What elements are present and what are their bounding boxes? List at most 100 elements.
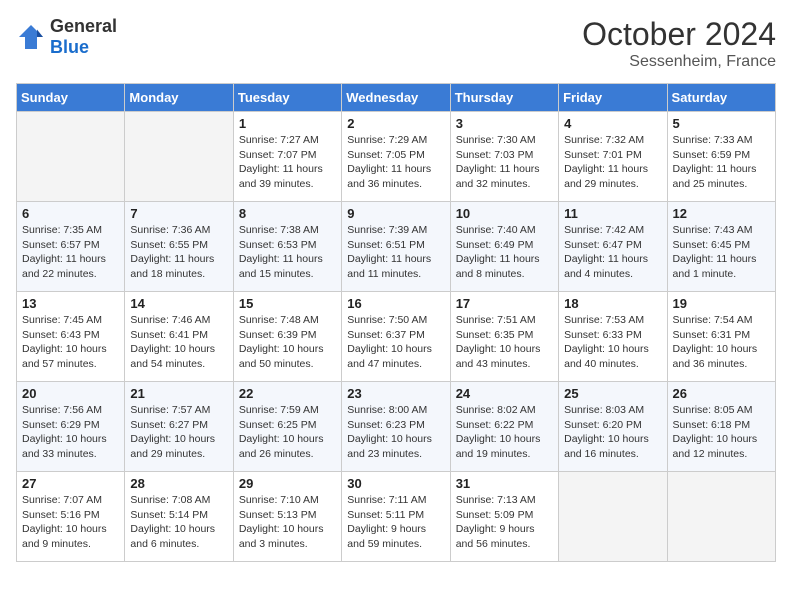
- day-info: Sunrise: 7:33 AMSunset: 6:59 PMDaylight:…: [673, 133, 770, 192]
- calendar-cell: [667, 472, 775, 562]
- calendar-cell: [125, 112, 233, 202]
- week-row-2: 13 Sunrise: 7:45 AMSunset: 6:43 PMDayligh…: [17, 292, 776, 382]
- calendar-cell: 20 Sunrise: 7:56 AMSunset: 6:29 PMDayligh…: [17, 382, 125, 472]
- day-number: 5: [673, 116, 770, 131]
- day-info: Sunrise: 7:40 AMSunset: 6:49 PMDaylight:…: [456, 223, 553, 282]
- logo-blue-text: Blue: [50, 37, 89, 57]
- day-info: Sunrise: 8:00 AMSunset: 6:23 PMDaylight:…: [347, 403, 444, 462]
- day-number: 25: [564, 386, 661, 401]
- title-block: October 2024 Sessenheim, France: [582, 16, 776, 71]
- calendar-cell: 6 Sunrise: 7:35 AMSunset: 6:57 PMDaylight…: [17, 202, 125, 292]
- calendar-cell: 7 Sunrise: 7:36 AMSunset: 6:55 PMDaylight…: [125, 202, 233, 292]
- day-info: Sunrise: 7:48 AMSunset: 6:39 PMDaylight:…: [239, 313, 336, 372]
- day-info: Sunrise: 7:43 AMSunset: 6:45 PMDaylight:…: [673, 223, 770, 282]
- day-info: Sunrise: 7:36 AMSunset: 6:55 PMDaylight:…: [130, 223, 227, 282]
- day-number: 13: [22, 296, 119, 311]
- day-number: 24: [456, 386, 553, 401]
- day-info: Sunrise: 7:32 AMSunset: 7:01 PMDaylight:…: [564, 133, 661, 192]
- calendar-cell: 25Sunrise: 8:03 AMSunset: 6:20 PMDayligh…: [559, 382, 667, 472]
- calendar-cell: 8 Sunrise: 7:38 AMSunset: 6:53 PMDaylight…: [233, 202, 341, 292]
- day-info: Sunrise: 7:54 AMSunset: 6:31 PMDaylight:…: [673, 313, 770, 372]
- calendar-cell: 5 Sunrise: 7:33 AMSunset: 6:59 PMDaylight…: [667, 112, 775, 202]
- calendar-cell: 2 Sunrise: 7:29 AMSunset: 7:05 PMDaylight…: [342, 112, 450, 202]
- logo-general-text: General: [50, 16, 117, 36]
- calendar-cell: 27Sunrise: 7:07 AMSunset: 5:16 PMDayligh…: [17, 472, 125, 562]
- day-info: Sunrise: 7:39 AMSunset: 6:51 PMDaylight:…: [347, 223, 444, 282]
- calendar-cell: 30 Sunrise: 7:11 AMSunset: 5:11 PMDayligh…: [342, 472, 450, 562]
- day-number: 12: [673, 206, 770, 221]
- col-header-wednesday: Wednesday: [342, 84, 450, 112]
- day-info: Sunrise: 7:56 AMSunset: 6:29 PMDaylight:…: [22, 403, 119, 462]
- day-number: 7: [130, 206, 227, 221]
- day-info: Sunrise: 7:45 AMSunset: 6:43 PMDaylight:…: [22, 313, 119, 372]
- logo-icon: [16, 22, 46, 52]
- day-number: 9: [347, 206, 444, 221]
- calendar-cell: 11Sunrise: 7:42 AMSunset: 6:47 PMDayligh…: [559, 202, 667, 292]
- calendar-cell: 15 Sunrise: 7:48 AMSunset: 6:39 PMDayligh…: [233, 292, 341, 382]
- col-header-monday: Monday: [125, 84, 233, 112]
- day-info: Sunrise: 7:27 AMSunset: 7:07 PMDaylight:…: [239, 133, 336, 192]
- day-number: 19: [673, 296, 770, 311]
- day-number: 16: [347, 296, 444, 311]
- day-number: 2: [347, 116, 444, 131]
- day-number: 28: [130, 476, 227, 491]
- calendar-cell: 24Sunrise: 8:02 AMSunset: 6:22 PMDayligh…: [450, 382, 558, 472]
- day-info: Sunrise: 7:57 AMSunset: 6:27 PMDaylight:…: [130, 403, 227, 462]
- col-header-friday: Friday: [559, 84, 667, 112]
- calendar-cell: 19 Sunrise: 7:54 AMSunset: 6:31 PMDayligh…: [667, 292, 775, 382]
- calendar-cell: 13 Sunrise: 7:45 AMSunset: 6:43 PMDayligh…: [17, 292, 125, 382]
- day-number: 23: [347, 386, 444, 401]
- calendar-cell: 18Sunrise: 7:53 AMSunset: 6:33 PMDayligh…: [559, 292, 667, 382]
- day-info: Sunrise: 8:05 AMSunset: 6:18 PMDaylight:…: [673, 403, 770, 462]
- calendar-cell: 31Sunrise: 7:13 AMSunset: 5:09 PMDayligh…: [450, 472, 558, 562]
- col-header-sunday: Sunday: [17, 84, 125, 112]
- day-number: 30: [347, 476, 444, 491]
- week-row-1: 6 Sunrise: 7:35 AMSunset: 6:57 PMDaylight…: [17, 202, 776, 292]
- calendar-cell: 4 Sunrise: 7:32 AMSunset: 7:01 PMDaylight…: [559, 112, 667, 202]
- calendar-cell: 29Sunrise: 7:10 AMSunset: 5:13 PMDayligh…: [233, 472, 341, 562]
- day-number: 10: [456, 206, 553, 221]
- day-number: 15: [239, 296, 336, 311]
- calendar-cell: 1 Sunrise: 7:27 AMSunset: 7:07 PMDaylight…: [233, 112, 341, 202]
- calendar-cell: 26 Sunrise: 8:05 AMSunset: 6:18 PMDayligh…: [667, 382, 775, 472]
- calendar-cell: 10 Sunrise: 7:40 AMSunset: 6:49 PMDayligh…: [450, 202, 558, 292]
- day-number: 27: [22, 476, 119, 491]
- col-header-tuesday: Tuesday: [233, 84, 341, 112]
- day-number: 20: [22, 386, 119, 401]
- day-number: 26: [673, 386, 770, 401]
- day-info: Sunrise: 7:29 AMSunset: 7:05 PMDaylight:…: [347, 133, 444, 192]
- location-title: Sessenheim, France: [582, 53, 776, 71]
- day-info: Sunrise: 7:51 AMSunset: 6:35 PMDaylight:…: [456, 313, 553, 372]
- day-info: Sunrise: 7:59 AMSunset: 6:25 PMDaylight:…: [239, 403, 336, 462]
- calendar-cell: 16 Sunrise: 7:50 AMSunset: 6:37 PMDayligh…: [342, 292, 450, 382]
- calendar-cell: 22 Sunrise: 7:59 AMSunset: 6:25 PMDayligh…: [233, 382, 341, 472]
- calendar-cell: 28 Sunrise: 7:08 AMSunset: 5:14 PMDayligh…: [125, 472, 233, 562]
- day-number: 1: [239, 116, 336, 131]
- calendar-cell: 23 Sunrise: 8:00 AMSunset: 6:23 PMDayligh…: [342, 382, 450, 472]
- day-number: 22: [239, 386, 336, 401]
- calendar-cell: 14Sunrise: 7:46 AMSunset: 6:41 PMDayligh…: [125, 292, 233, 382]
- day-number: 14: [130, 296, 227, 311]
- day-number: 6: [22, 206, 119, 221]
- col-header-saturday: Saturday: [667, 84, 775, 112]
- week-row-0: 1 Sunrise: 7:27 AMSunset: 7:07 PMDaylight…: [17, 112, 776, 202]
- day-info: Sunrise: 7:13 AMSunset: 5:09 PMDaylight:…: [456, 493, 553, 552]
- col-header-thursday: Thursday: [450, 84, 558, 112]
- day-number: 3: [456, 116, 553, 131]
- day-info: Sunrise: 7:08 AMSunset: 5:14 PMDaylight:…: [130, 493, 227, 552]
- day-number: 29: [239, 476, 336, 491]
- day-info: Sunrise: 7:35 AMSunset: 6:57 PMDaylight:…: [22, 223, 119, 282]
- day-info: Sunrise: 7:11 AMSunset: 5:11 PMDaylight:…: [347, 493, 444, 552]
- day-info: Sunrise: 7:30 AMSunset: 7:03 PMDaylight:…: [456, 133, 553, 192]
- calendar-cell: 3 Sunrise: 7:30 AMSunset: 7:03 PMDaylight…: [450, 112, 558, 202]
- calendar-cell: [17, 112, 125, 202]
- day-number: 17: [456, 296, 553, 311]
- month-title: October 2024: [582, 16, 776, 53]
- day-info: Sunrise: 7:50 AMSunset: 6:37 PMDaylight:…: [347, 313, 444, 372]
- day-number: 8: [239, 206, 336, 221]
- header-row: SundayMondayTuesdayWednesdayThursdayFrid…: [17, 84, 776, 112]
- day-info: Sunrise: 7:38 AMSunset: 6:53 PMDaylight:…: [239, 223, 336, 282]
- day-info: Sunrise: 7:53 AMSunset: 6:33 PMDaylight:…: [564, 313, 661, 372]
- calendar-cell: 9 Sunrise: 7:39 AMSunset: 6:51 PMDaylight…: [342, 202, 450, 292]
- day-number: 4: [564, 116, 661, 131]
